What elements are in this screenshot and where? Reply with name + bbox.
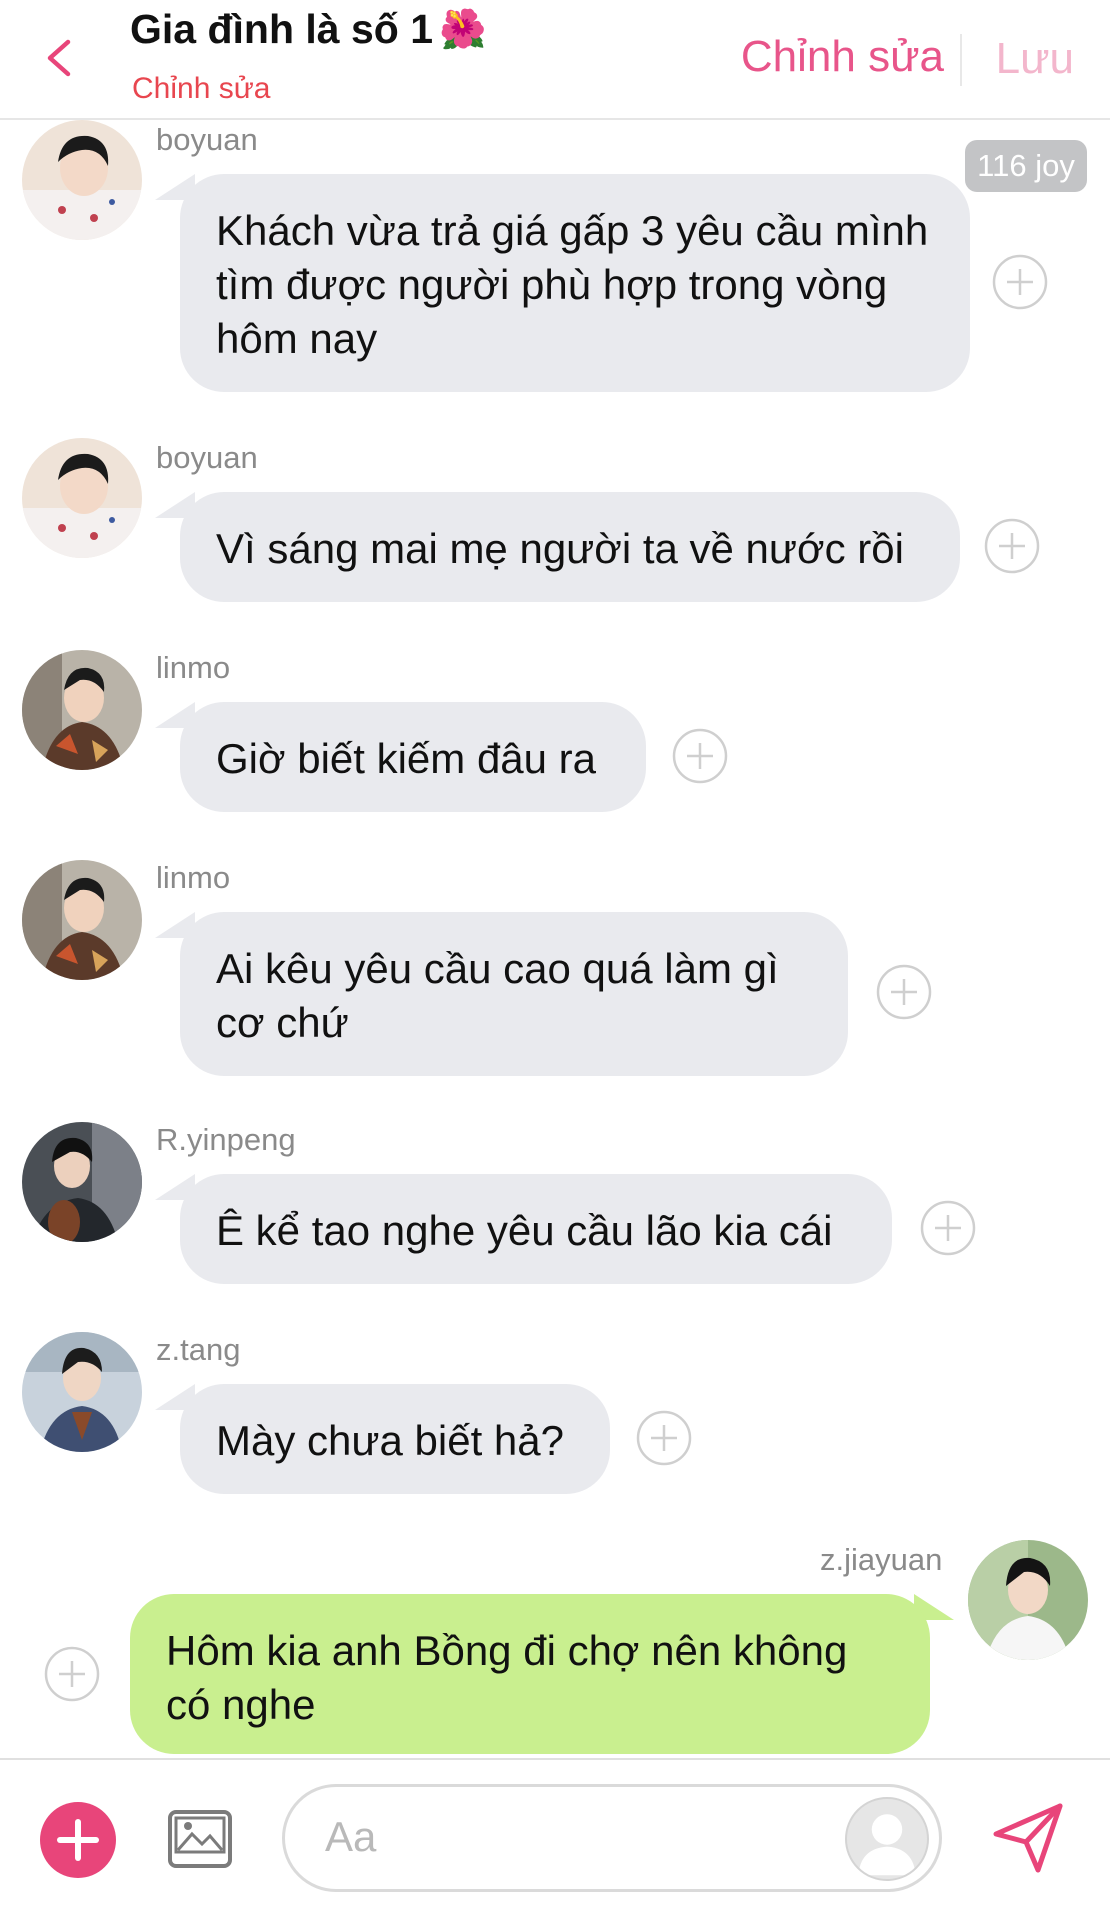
sender-name: z.jiayuan [820, 1542, 943, 1577]
message-bubble[interactable]: Vì sáng mai mẹ người ta về nước rồi [180, 492, 960, 602]
add-reaction-icon[interactable] [672, 728, 728, 784]
avatar[interactable] [22, 438, 142, 558]
sender-name: linmo [156, 860, 231, 895]
avatar[interactable] [22, 650, 142, 770]
add-reaction-icon[interactable] [920, 1200, 976, 1256]
chat-title: Gia đình là số 1 🌺 [130, 6, 486, 53]
sender-name: linmo [156, 650, 231, 685]
message-bubble[interactable]: Mày chưa biết hả? [180, 1384, 610, 1494]
message-bubble[interactable]: Hôm kia anh Bồng đi chợ nên không có ngh… [130, 1594, 930, 1754]
sender-name: boyuan [156, 440, 258, 475]
sender-name: z.tang [156, 1332, 241, 1367]
message-bubble[interactable]: Ê kể tao nghe yêu cầu lão kia cái [180, 1174, 892, 1284]
avatar[interactable] [22, 860, 142, 980]
joy-badge: 116 joy [965, 140, 1087, 192]
back-chevron-icon[interactable] [40, 38, 80, 78]
add-reaction-icon[interactable] [876, 964, 932, 1020]
default-avatar-icon[interactable] [845, 1797, 929, 1881]
save-button[interactable]: Lưu [996, 34, 1074, 84]
chat-title-text: Gia đình là số 1 [130, 6, 434, 52]
edit-button[interactable]: Chỉnh sửa [741, 32, 944, 82]
avatar[interactable] [22, 120, 142, 240]
avatar[interactable] [22, 1332, 142, 1452]
message-input[interactable]: Aa [282, 1784, 942, 1892]
add-reaction-icon[interactable] [636, 1410, 692, 1466]
message-input-placeholder: Aa [325, 1813, 377, 1860]
sender-name: R.yinpeng [156, 1122, 296, 1157]
chat-header: Gia đình là số 1 🌺 Chỉnh sửa Chỉnh sửa L… [0, 0, 1110, 120]
message-bubble[interactable]: Khách vừa trả giá gấp 3 yêu cầu mình tìm… [180, 174, 970, 392]
add-reaction-icon[interactable] [992, 254, 1048, 310]
chat-subtitle-edit[interactable]: Chỉnh sửa [132, 72, 271, 106]
avatar[interactable] [22, 1122, 142, 1242]
avatar[interactable] [968, 1540, 1088, 1660]
add-reaction-icon[interactable] [44, 1646, 100, 1702]
header-divider [960, 34, 962, 86]
message-bubble[interactable]: Ai kêu yêu cầu cao quá làm gì cơ chứ [180, 912, 848, 1076]
hibiscus-emoji: 🌺 [439, 8, 487, 51]
image-icon[interactable] [166, 1804, 234, 1872]
message-bubble[interactable]: Giờ biết kiếm đâu ra [180, 702, 646, 812]
add-reaction-icon[interactable] [984, 518, 1040, 574]
sender-name: boyuan [156, 122, 258, 157]
chat-screen: Gia đình là số 1 🌺 Chỉnh sửa Chỉnh sửa L… [0, 0, 1110, 1922]
composer-bar: Aa [0, 1758, 1110, 1922]
add-button[interactable] [40, 1802, 116, 1878]
send-icon[interactable] [990, 1800, 1066, 1876]
plus-circle-icon [57, 1819, 99, 1861]
